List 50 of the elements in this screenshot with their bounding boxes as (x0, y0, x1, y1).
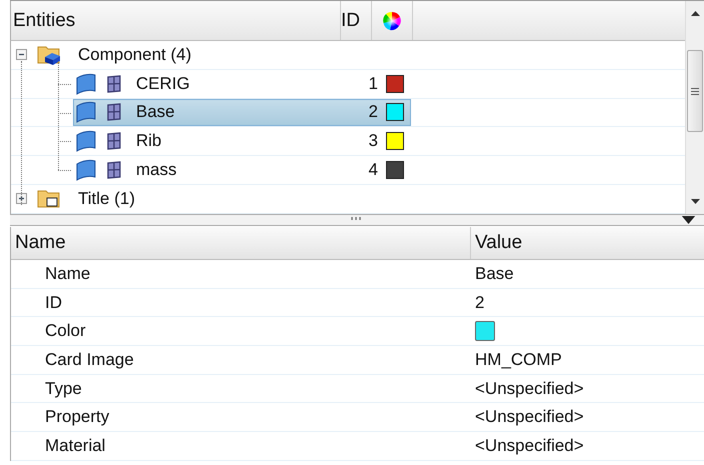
entity-id: 2 (368, 102, 378, 122)
property-value: <Unspecified> (474, 436, 584, 456)
surface-icon (74, 100, 98, 124)
property-value: <Unspecified> (474, 407, 584, 428)
tree-row[interactable]: Rib 3 (73, 128, 411, 155)
entity-id: 4 (368, 160, 378, 180)
collapse-toggle[interactable] (16, 49, 27, 60)
grip-icon (351, 217, 363, 221)
scrollbar[interactable] (685, 1, 704, 214)
mesh-icon (106, 74, 122, 93)
surface-icon (74, 129, 98, 154)
tree-row[interactable]: mass 4 (73, 156, 411, 184)
dropdown-arrow-icon[interactable] (681, 216, 696, 224)
property-name: Material (44, 436, 106, 456)
color-wheel-icon[interactable] (382, 10, 402, 30)
property-name: Property (44, 407, 110, 428)
surface-icon (74, 72, 98, 96)
property-name: Color (44, 321, 87, 342)
column-header[interactable]: Name (11, 227, 471, 259)
property-name: Card Image (44, 350, 135, 370)
property-value: HM_COMP (474, 350, 562, 370)
mesh-icon (106, 103, 122, 122)
column-header[interactable]: Entities (11, 1, 341, 40)
entity-name: mass (136, 160, 178, 180)
property-name: ID (44, 292, 63, 313)
grip-icon (691, 88, 700, 94)
tree-row[interactable]: Base 2 (73, 98, 411, 126)
scroll-thumb[interactable] (687, 50, 704, 132)
column-header[interactable]: ID (341, 1, 372, 40)
property-value: Base (474, 264, 514, 284)
scroll-down-icon[interactable] (690, 199, 700, 204)
mesh-icon (106, 132, 122, 150)
mesh-icon (106, 161, 122, 180)
tree-group-label: Title (1) (78, 188, 136, 209)
surface-icon (74, 158, 98, 182)
entity-id: 3 (368, 131, 378, 152)
entity-name: Rib (136, 131, 163, 152)
tree-row[interactable]: CERIG 1 (73, 70, 411, 98)
entity-name: CERIG (136, 74, 191, 94)
property-value: <Unspecified> (474, 378, 584, 399)
property-name: Type (44, 378, 83, 399)
tree-group-label: Component (4) (78, 44, 192, 65)
entity-id: 1 (368, 74, 378, 94)
scroll-up-icon[interactable] (690, 11, 700, 16)
property-name: Name (44, 264, 92, 284)
column-header[interactable]: Value (471, 227, 522, 259)
color-swatch[interactable] (475, 321, 495, 342)
expand-toggle[interactable] (16, 193, 27, 204)
entity-name: Base (136, 102, 176, 122)
property-value: 2 (474, 292, 484, 313)
